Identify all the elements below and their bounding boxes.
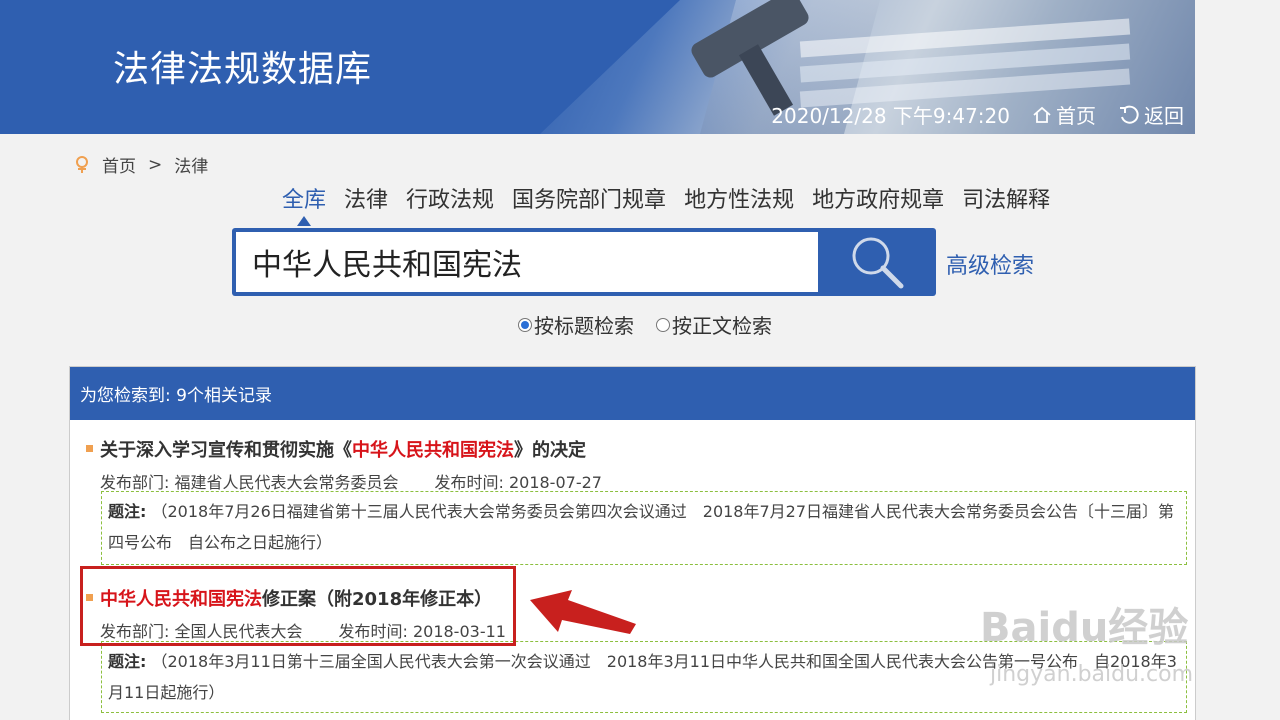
radio-button[interactable]: [518, 317, 532, 332]
result-note: 题注: （2018年7月26日福建省第十三届人民代表大会常务委员会第四次会议通过…: [101, 491, 1187, 565]
search-button[interactable]: [818, 228, 936, 296]
breadcrumb-current: 法律: [174, 157, 209, 177]
tab-local-government-rules[interactable]: 地方政府规章: [812, 182, 944, 214]
note-text: （2018年7月26日福建省第十三届人民代表大会常务委员会第四次会议通过 201…: [108, 502, 1175, 553]
breadcrumb-separator: >: [148, 154, 163, 175]
radio-label: 按正文检索: [672, 314, 772, 338]
annotation-arrow-icon: [530, 590, 636, 634]
radio-label: 按标题检索: [534, 314, 634, 338]
category-tabs: 全库 法律 行政法规 国务院部门规章 地方性法规 地方政府规章 司法解释: [282, 182, 1050, 214]
header-meta: 2020/12/28 下午9:47:20 首页 返回: [771, 100, 1184, 129]
home-label: 首页: [1056, 104, 1096, 128]
back-link[interactable]: 返回: [1118, 100, 1184, 129]
result-meta: 发布部门: 福建省人民代表大会常务委员会 发布时间: 2018-07-27: [100, 469, 602, 493]
current-datetime: 2020/12/28 下午9:47:20: [771, 104, 1010, 128]
title-highlight: 中华人民共和国宪法: [352, 440, 514, 461]
publish-date: 发布时间: 2018-07-27: [434, 473, 602, 492]
search-icon: [852, 237, 904, 289]
advanced-search-link[interactable]: 高级检索: [946, 248, 1034, 280]
search-mode-options: 按标题检索 按正文检索: [518, 310, 772, 339]
site-title: 法律法规数据库: [113, 49, 373, 90]
watermark-url: jingyan.baidu.com: [990, 662, 1194, 687]
breadcrumb: 首页 > 法律: [72, 152, 208, 177]
radio-button[interactable]: [656, 317, 670, 332]
tab-local-regulations[interactable]: 地方性法规: [684, 182, 794, 214]
tab-all[interactable]: 全库: [282, 182, 326, 214]
site-header: 法律法规数据库 2020/12/28 下午9:47:20 首页 返回: [0, 0, 1280, 134]
note-label: 题注:: [108, 502, 147, 521]
tab-law[interactable]: 法律: [344, 182, 388, 214]
watermark-logo: Baidu经验: [980, 605, 1189, 651]
note-label: 题注:: [108, 652, 147, 671]
location-icon: [76, 155, 88, 173]
annotation-highlight-box: [80, 566, 516, 646]
radio-search-by-body[interactable]: 按正文检索: [656, 310, 772, 339]
tab-administrative-regulations[interactable]: 行政法规: [406, 182, 494, 214]
result-title[interactable]: 关于深入学习宣传和贯彻实施《中华人民共和国宪法》的决定: [100, 436, 586, 462]
back-icon: [1120, 105, 1139, 124]
tab-state-council-rules[interactable]: 国务院部门规章: [512, 182, 666, 214]
search-input[interactable]: [236, 232, 818, 292]
bullet-marker: [86, 445, 93, 452]
breadcrumb-home[interactable]: 首页: [102, 152, 136, 177]
home-link[interactable]: 首页: [1032, 100, 1096, 129]
tab-judicial-interpretations[interactable]: 司法解释: [962, 182, 1050, 214]
title-prefix: 关于深入学习宣传和贯彻实施《: [100, 440, 352, 461]
results-summary: 为您检索到: 9个相关记录: [70, 367, 1195, 420]
back-label: 返回: [1144, 104, 1184, 128]
search-bar: [232, 228, 936, 296]
publish-department: 发布部门: 福建省人民代表大会常务委员会: [100, 473, 399, 492]
home-icon: [1033, 106, 1051, 123]
radio-search-by-title[interactable]: 按标题检索: [518, 310, 634, 339]
title-suffix: 》的决定: [514, 440, 586, 461]
